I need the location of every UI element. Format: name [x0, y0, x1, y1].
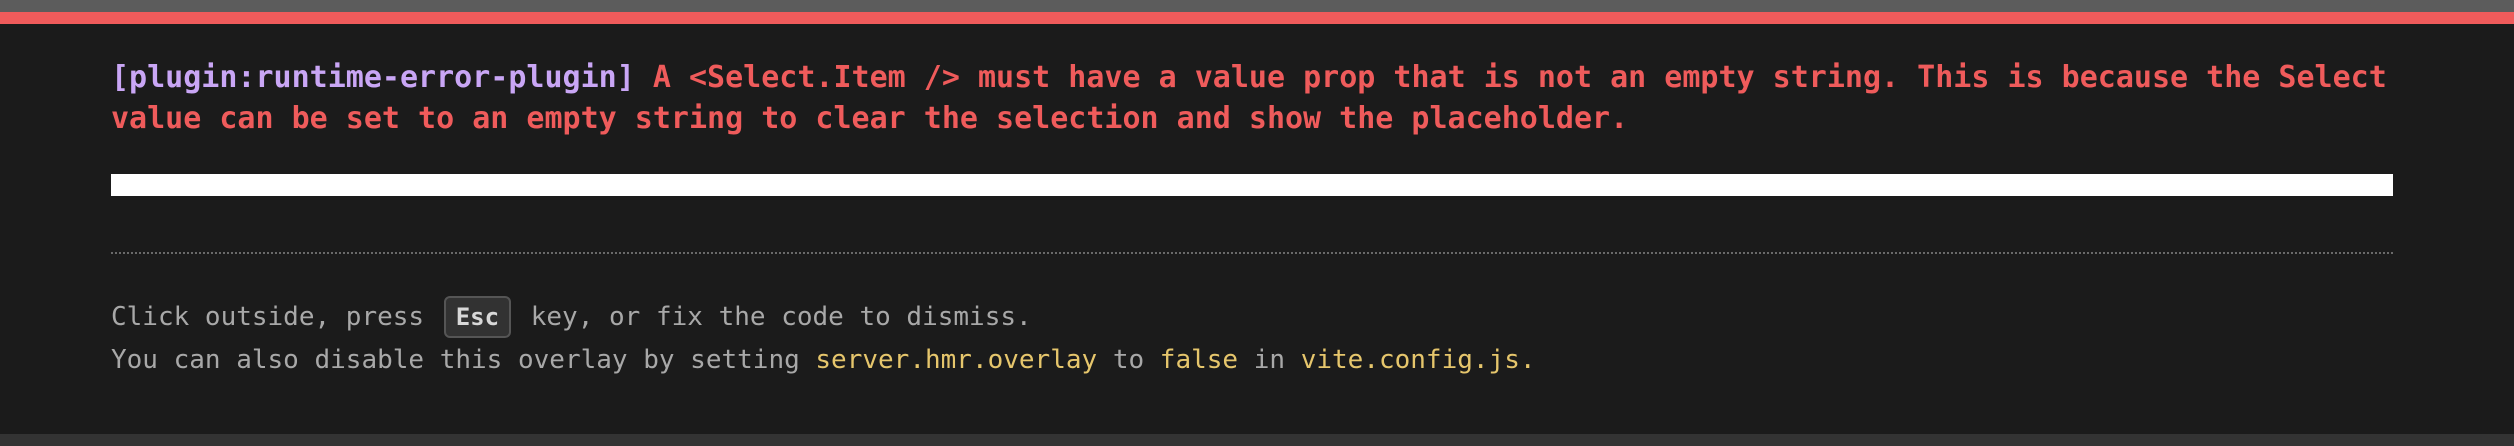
tip-text-2: to: [1097, 345, 1160, 375]
code-frame: [111, 174, 2393, 196]
setting-value: false: [1159, 345, 1239, 375]
disable-overlay-tip: You can also disable this overlay by set…: [111, 342, 1536, 378]
tip-text-1: You can also disable this overlay by set…: [111, 345, 816, 375]
tip-text-after: key, or fix the code to dismiss.: [530, 302, 1032, 332]
esc-key: Esc: [443, 296, 512, 338]
divider: [111, 252, 2393, 254]
error-message: [plugin:runtime-error-plugin] A <Select.…: [111, 57, 2391, 139]
bottom-strip: [0, 434, 2514, 446]
setting-name: server.hmr.overlay: [815, 345, 1098, 375]
plugin-name: [plugin:runtime-error-plugin]: [111, 60, 635, 95]
top-strip: [0, 0, 2514, 12]
dismiss-tip: Click outside, press Esc key, or fix the…: [111, 296, 1032, 338]
tip-text-before: Click outside, press: [111, 302, 425, 332]
config-file: vite.config.js: [1300, 345, 1520, 375]
tip-text-3: in: [1238, 345, 1301, 375]
tip-text-4: .: [1519, 345, 1536, 375]
